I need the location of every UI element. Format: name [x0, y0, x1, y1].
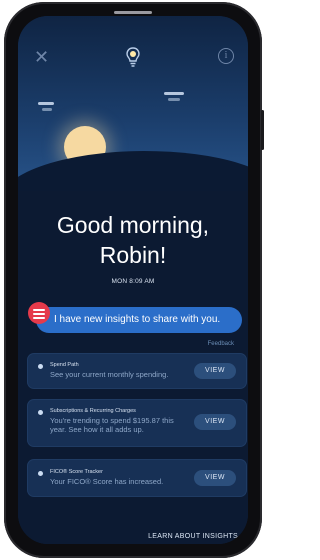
card-body: Your FICO® Score has increased. — [50, 477, 164, 486]
greeting: Good morning, Robin! — [18, 210, 248, 270]
speaker-grille — [114, 11, 152, 14]
lightbulb-icon — [126, 47, 140, 67]
greeting-line-1: Good morning, — [56, 212, 210, 238]
top-bar: ✕ i — [18, 44, 248, 72]
bullet-icon — [38, 364, 43, 369]
bullet-icon — [38, 471, 43, 476]
side-button — [261, 110, 264, 150]
insight-message: I have new insights to share with you. — [28, 302, 242, 335]
info-icon[interactable]: i — [218, 48, 234, 64]
card-title: Subscriptions & Recurring Charges — [50, 408, 136, 414]
greeting-name: Robin! — [99, 242, 167, 268]
insight-card-spend-path[interactable]: Spend Path See your current monthly spen… — [28, 354, 246, 388]
feedback-link[interactable]: Feedback — [208, 341, 234, 347]
view-button[interactable]: VIEW — [194, 363, 236, 379]
insight-card-subscriptions[interactable]: Subscriptions & Recurring Charges You're… — [28, 400, 246, 446]
card-body: See your current monthly spending. — [50, 370, 169, 379]
learn-about-insights-link[interactable]: LEARN ABOUT INSIGHTS — [148, 533, 238, 540]
card-title: Spend Path — [50, 362, 79, 368]
view-button[interactable]: VIEW — [194, 414, 236, 430]
bullet-icon — [38, 410, 43, 415]
phone-frame: ✕ i Good morning, Robin! MON 8:09 AM I h… — [4, 2, 264, 558]
insight-card-fico[interactable]: FICO® Score Tracker Your FICO® Score has… — [28, 460, 246, 496]
assistant-avatar-icon — [28, 302, 50, 324]
message-bubble: I have new insights to share with you. — [36, 307, 242, 333]
card-title: FICO® Score Tracker — [50, 469, 103, 475]
view-button[interactable]: VIEW — [194, 470, 236, 486]
close-icon[interactable]: ✕ — [34, 48, 49, 66]
card-body: You're trending to spend $195.87 this ye… — [50, 416, 174, 434]
app-screen: ✕ i Good morning, Robin! MON 8:09 AM I h… — [18, 16, 248, 544]
date-time: MON 8:09 AM — [111, 278, 155, 285]
